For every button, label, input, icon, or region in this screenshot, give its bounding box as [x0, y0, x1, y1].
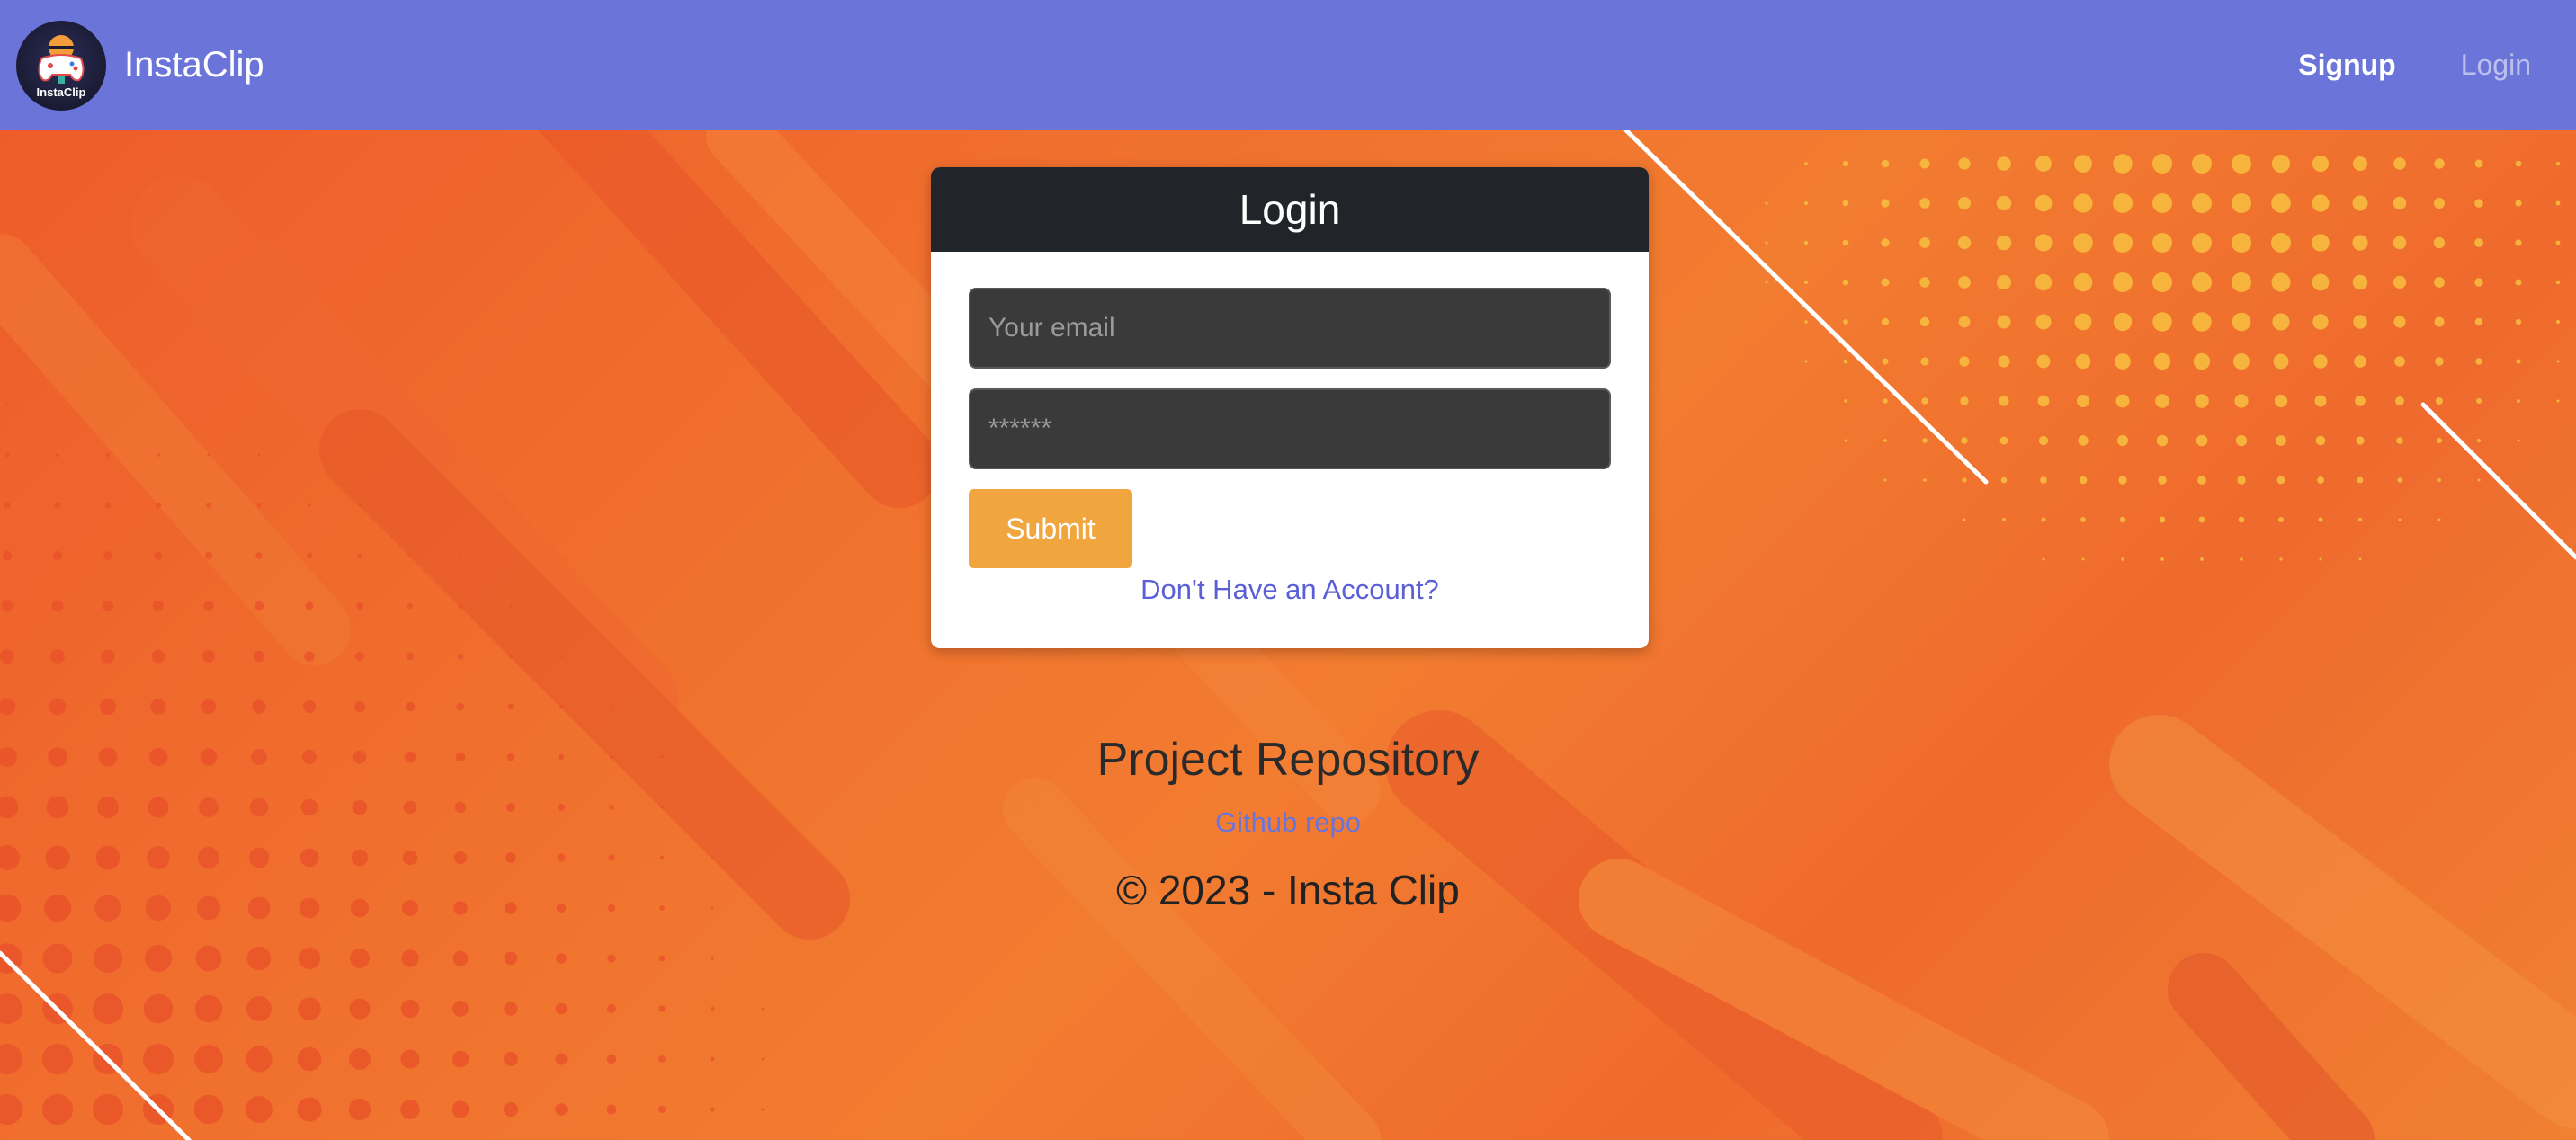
- brand-link[interactable]: InstaClip InstaClip: [16, 20, 264, 111]
- top-navbar: InstaClip InstaClip Signup Login: [0, 0, 2576, 130]
- signup-prompt-link[interactable]: Don't Have an Account?: [969, 574, 1611, 606]
- brand-name: InstaClip: [124, 45, 264, 85]
- footer-title: Project Repository: [1096, 734, 1480, 786]
- copyright-text: © 2023 - Insta Clip: [1116, 867, 1460, 913]
- login-card: Login Submit Don't Have an Account?: [931, 167, 1649, 648]
- nav-link-signup[interactable]: Signup: [2298, 49, 2395, 82]
- submit-button[interactable]: Submit: [969, 489, 1132, 568]
- footer: Project Repository Github repo © 2023 - …: [0, 733, 2576, 914]
- nav-link-login[interactable]: Login: [2461, 49, 2531, 82]
- email-field[interactable]: [969, 288, 1611, 369]
- gamepad-logo-icon: InstaClip: [16, 20, 106, 111]
- github-repo-link[interactable]: Github repo: [1215, 806, 1361, 839]
- login-card-title: Login: [931, 167, 1649, 252]
- logo-text: InstaClip: [37, 85, 86, 99]
- nav-links: Signup Login: [2233, 49, 2531, 82]
- password-field[interactable]: [969, 388, 1611, 469]
- login-form: Submit Don't Have an Account?: [931, 252, 1649, 606]
